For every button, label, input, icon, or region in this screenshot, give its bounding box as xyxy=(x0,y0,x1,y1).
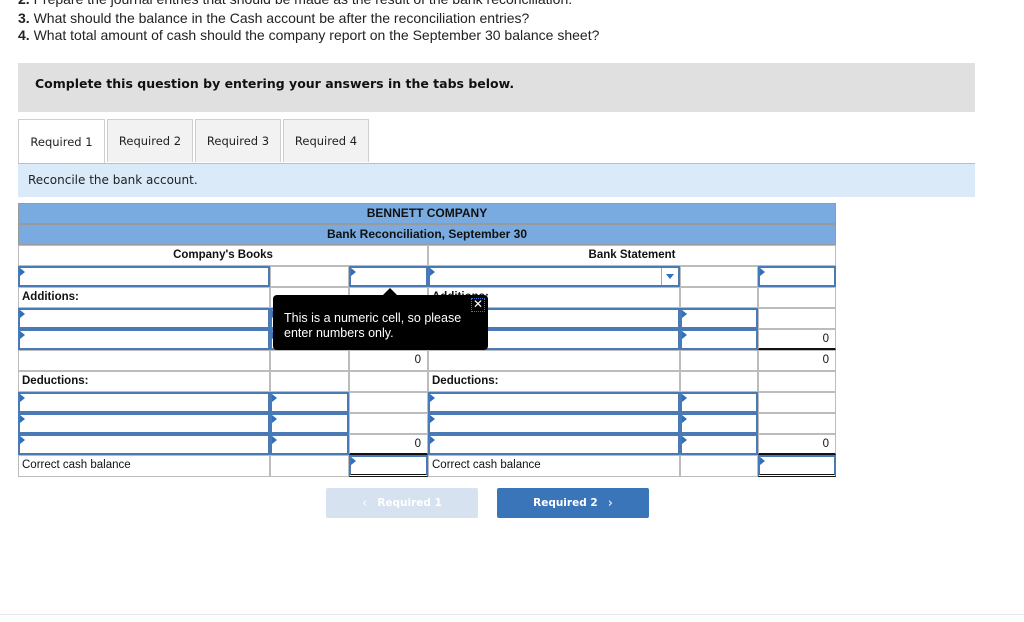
bank-addition-1-amount-input[interactable] xyxy=(680,308,758,329)
numeric-cell-tooltip: ✕ This is a numeric cell, so please ente… xyxy=(273,288,488,350)
empty-cell xyxy=(680,371,758,392)
empty-cell xyxy=(270,371,349,392)
statement-title: Bank Reconciliation, September 30 xyxy=(18,224,836,245)
question-2: 2. Prepare the journal entries that shou… xyxy=(18,0,572,7)
empty-cell xyxy=(349,392,428,413)
prev-tab-button[interactable]: ‹ Required 1 xyxy=(326,488,478,518)
chevron-left-icon: ‹ xyxy=(362,495,368,511)
empty-cell xyxy=(270,350,349,371)
books-addition-2-desc-input[interactable] xyxy=(18,329,270,350)
empty-cell xyxy=(680,350,758,371)
close-icon[interactable]: ✕ xyxy=(471,298,485,312)
books-correct-balance-input[interactable] xyxy=(349,455,428,477)
question-4: 4. What total amount of cash should the … xyxy=(18,27,600,43)
empty-cell xyxy=(428,350,680,371)
banner-text: Complete this question by entering your … xyxy=(35,76,515,91)
empty-cell xyxy=(758,371,836,392)
books-deduction-2-desc-input[interactable] xyxy=(18,413,270,434)
footer-divider xyxy=(0,614,1024,615)
books-balance-label-input[interactable] xyxy=(18,266,270,287)
bank-balance-label-dropdown[interactable] xyxy=(428,266,680,287)
bank-deduction-3-amount-input[interactable] xyxy=(680,434,758,455)
bank-deduction-1-desc-input[interactable] xyxy=(428,392,680,413)
tab-instruction: Reconcile the bank account. xyxy=(18,164,975,197)
bank-addition-2-amount-input[interactable] xyxy=(680,329,758,350)
books-addition-1-desc-input[interactable] xyxy=(18,308,270,329)
tab-required-1[interactable]: Required 1 xyxy=(18,119,105,164)
tooltip-caret xyxy=(383,288,397,295)
empty-cell xyxy=(18,350,270,371)
books-deduction-1-desc-input[interactable] xyxy=(18,392,270,413)
instruction-text: Reconcile the bank account. xyxy=(28,173,198,187)
bank-subtotal-deductions: 0 xyxy=(758,434,836,455)
books-deductions-label: Deductions: xyxy=(18,371,270,392)
chevron-down-icon[interactable] xyxy=(661,268,678,285)
company-books-header: Company's Books xyxy=(18,245,428,266)
tab-required-2[interactable]: Required 2 xyxy=(107,119,193,162)
bank-statement-header: Bank Statement xyxy=(428,245,836,266)
next-tab-label: Required 2 xyxy=(533,497,598,509)
prev-tab-label: Required 1 xyxy=(377,497,442,509)
bank-balance-blank xyxy=(680,266,758,287)
empty-cell xyxy=(758,287,836,308)
books-subtotal-additions: 0 xyxy=(349,350,428,371)
chevron-right-icon: › xyxy=(607,495,613,511)
books-deduction-3-amount-input[interactable] xyxy=(270,434,349,455)
books-balance-blank xyxy=(270,266,349,287)
bank-correct-balance-input[interactable] xyxy=(758,455,836,477)
bank-deduction-2-amount-input[interactable] xyxy=(680,413,758,434)
empty-cell xyxy=(758,392,836,413)
tab-required-4[interactable]: Required 4 xyxy=(283,119,369,162)
company-name: BENNETT COMPANY xyxy=(18,203,836,224)
bank-correct-balance-label: Correct cash balance xyxy=(428,455,680,477)
empty-cell xyxy=(758,308,836,329)
books-correct-balance-label: Correct cash balance xyxy=(18,455,270,477)
empty-cell xyxy=(349,413,428,434)
empty-cell xyxy=(758,413,836,434)
bank-deductions-label: Deductions: xyxy=(428,371,680,392)
books-subtotal-deductions: 0 xyxy=(349,434,428,455)
question-3: 3. What should the balance in the Cash a… xyxy=(18,10,530,26)
empty-cell xyxy=(270,455,349,477)
bank-subtotal-additions: 0 xyxy=(758,350,836,371)
books-additions-label: Additions: xyxy=(18,287,270,308)
books-balance-amount-input[interactable] xyxy=(349,266,428,287)
books-deduction-1-amount-input[interactable] xyxy=(270,392,349,413)
bank-deduction-1-amount-input[interactable] xyxy=(680,392,758,413)
books-deduction-3-desc-input[interactable] xyxy=(18,434,270,455)
instructions-banner: Complete this question by entering your … xyxy=(18,63,975,112)
tab-required-3[interactable]: Required 3 xyxy=(195,119,281,162)
bank-additions-total: 0 xyxy=(758,329,836,350)
empty-cell xyxy=(680,287,758,308)
bank-deduction-3-desc-input[interactable] xyxy=(428,434,680,455)
bank-deduction-2-desc-input[interactable] xyxy=(428,413,680,434)
tooltip-message: This is a numeric cell, so please enter … xyxy=(284,311,462,340)
books-deduction-2-amount-input[interactable] xyxy=(270,413,349,434)
empty-cell xyxy=(349,371,428,392)
empty-cell xyxy=(680,455,758,477)
bank-balance-amount-input[interactable] xyxy=(758,266,836,287)
next-tab-button[interactable]: Required 2 › xyxy=(497,488,649,518)
